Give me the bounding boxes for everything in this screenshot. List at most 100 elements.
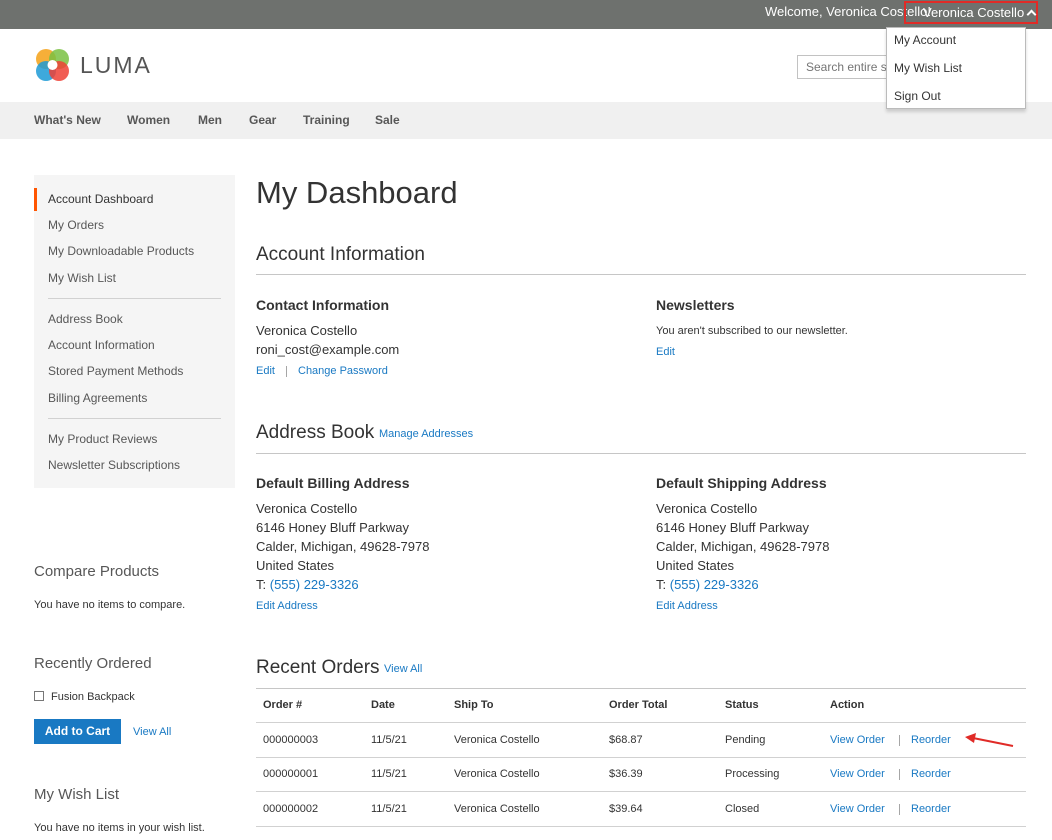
sidebar-item-product-reviews[interactable]: My Product Reviews [48,432,157,446]
link-separator [286,366,287,377]
customer-name: Veronica Costello [923,5,1025,20]
newsletters-status: You aren't subscribed to our newsletter. [656,325,848,337]
shipping-country: United States [656,558,735,573]
wishlist-empty: You have no items in your wish list. [34,822,205,834]
contact-name: Veronica Costello [256,323,358,338]
luma-logo-icon [36,49,69,81]
nav-training[interactable]: Training [303,113,350,127]
dropdown-my-wish-list[interactable]: My Wish List [894,61,962,75]
order-status: Processing [725,768,780,780]
newsletters-title: Newsletters [656,297,735,313]
order-date: 11/5/21 [371,734,407,746]
sidebar-item-stored-payment-methods[interactable]: Stored Payment Methods [48,364,183,378]
nav-gear[interactable]: Gear [249,113,276,127]
customer-menu-toggle[interactable]: Veronica Costello [904,1,1038,24]
view-order-link[interactable]: View Order [830,768,885,780]
column-header-ship-to: Ship To [454,699,494,711]
recent-orders-view-all[interactable]: View All [384,663,422,675]
column-header-status: Status [725,699,759,711]
shipping-phone-link[interactable]: (555) 229-3326 [670,577,759,592]
wishlist-title: My Wish List [34,786,120,803]
annotation-arrow-icon [965,733,1014,747]
shipping-name: Veronica Costello [656,501,758,516]
default-shipping-title: Default Shipping Address [656,475,827,491]
column-header-action: Action [830,699,865,711]
recently-ordered-title: Recently Ordered [34,655,152,672]
nav-sale[interactable]: Sale [375,113,400,127]
default-billing-title: Default Billing Address [256,475,410,491]
recently-ordered-checkbox[interactable] [34,691,44,701]
billing-country: United States [256,558,335,573]
order-ship-to: Veronica Costello [454,734,540,746]
table-row-divider [256,826,1026,827]
column-header-order: Order # [263,699,303,711]
dropdown-my-account[interactable]: My Account [894,33,956,47]
section-divider [256,453,1026,454]
order-ship-to: Veronica Costello [454,768,540,780]
sidebar-item-my-orders[interactable]: My Orders [48,218,104,232]
sidebar-divider [48,298,221,299]
contact-information-title: Contact Information [256,297,389,313]
current-item-marker [34,188,37,211]
newsletters-edit-link[interactable]: Edit [656,346,675,358]
order-number: 000000001 [263,768,319,780]
sidebar-item-address-book[interactable]: Address Book [48,312,123,326]
column-header-order-total: Order Total [609,699,668,711]
column-header-date: Date [371,699,395,711]
order-status: Pending [725,734,766,746]
compare-products-empty: You have no items to compare. [34,599,186,611]
table-row-divider [256,722,1026,723]
order-ship-to: Veronica Costello [454,803,540,815]
billing-phone: T: (555) 229-3326 [256,577,359,592]
section-divider [256,274,1026,275]
sidebar-item-newsletter-subscriptions[interactable]: Newsletter Subscriptions [48,458,180,472]
sidebar-item-account-dashboard[interactable]: Account Dashboard [48,192,153,206]
sidebar-item-downloadable-products[interactable]: My Downloadable Products [48,244,194,258]
dropdown-sign-out[interactable]: Sign Out [894,89,941,103]
reorder-link[interactable]: Reorder [911,768,951,780]
order-number: 000000002 [263,803,319,815]
table-row-divider [256,791,1026,792]
chevron-up-icon [1026,9,1037,20]
manage-addresses-link[interactable]: Manage Addresses [379,428,473,440]
phone-prefix: T: [256,577,270,592]
sidebar-item-billing-agreements[interactable]: Billing Agreements [48,391,147,405]
order-date: 11/5/21 [371,803,407,815]
billing-edit-address-link[interactable]: Edit Address [256,600,318,612]
address-book-title: Address Book [256,422,375,443]
recent-orders-title: Recent Orders [256,657,380,678]
phone-prefix: T: [656,577,670,592]
sidebar-item-my-wish-list[interactable]: My Wish List [48,271,116,285]
order-status: Closed [725,803,760,815]
shipping-phone: T: (555) 229-3326 [656,577,759,592]
customer-dropdown: My Account My Wish List Sign Out [886,27,1026,109]
logo-text: LUMA [80,52,152,78]
recently-ordered-view-all[interactable]: View All [133,726,171,738]
contact-edit-link[interactable]: Edit [256,365,275,377]
table-row-divider [256,757,1026,758]
change-password-link[interactable]: Change Password [298,365,388,377]
reorder-link[interactable]: Reorder [911,803,951,815]
billing-street: 6146 Honey Bluff Parkway [256,520,409,535]
billing-name: Veronica Costello [256,501,358,516]
sidebar-item-account-information[interactable]: Account Information [48,338,155,352]
view-order-link[interactable]: View Order [830,803,885,815]
order-number: 000000003 [263,734,319,746]
reorder-link[interactable]: Reorder [911,734,951,746]
shipping-edit-address-link[interactable]: Edit Address [656,600,718,612]
link-separator [899,804,900,815]
billing-phone-link[interactable]: (555) 229-3326 [270,577,359,592]
nav-men[interactable]: Men [198,113,222,127]
contact-email: roni_cost@example.com [256,342,400,357]
search-input[interactable]: Search entire store here... [797,55,897,79]
view-order-link[interactable]: View Order [830,734,885,746]
nav-women[interactable]: Women [127,113,170,127]
sidebar-divider [48,418,221,419]
nav-whats-new[interactable]: What's New [34,113,101,127]
account-sidebar: Account Dashboard My Orders My Downloada… [34,175,235,488]
link-separator [899,735,900,746]
add-to-cart-button[interactable]: Add to Cart [34,719,121,744]
recently-ordered-item: Fusion Backpack [51,691,135,703]
compare-products-title: Compare Products [34,563,160,580]
order-total: $68.87 [609,734,643,746]
